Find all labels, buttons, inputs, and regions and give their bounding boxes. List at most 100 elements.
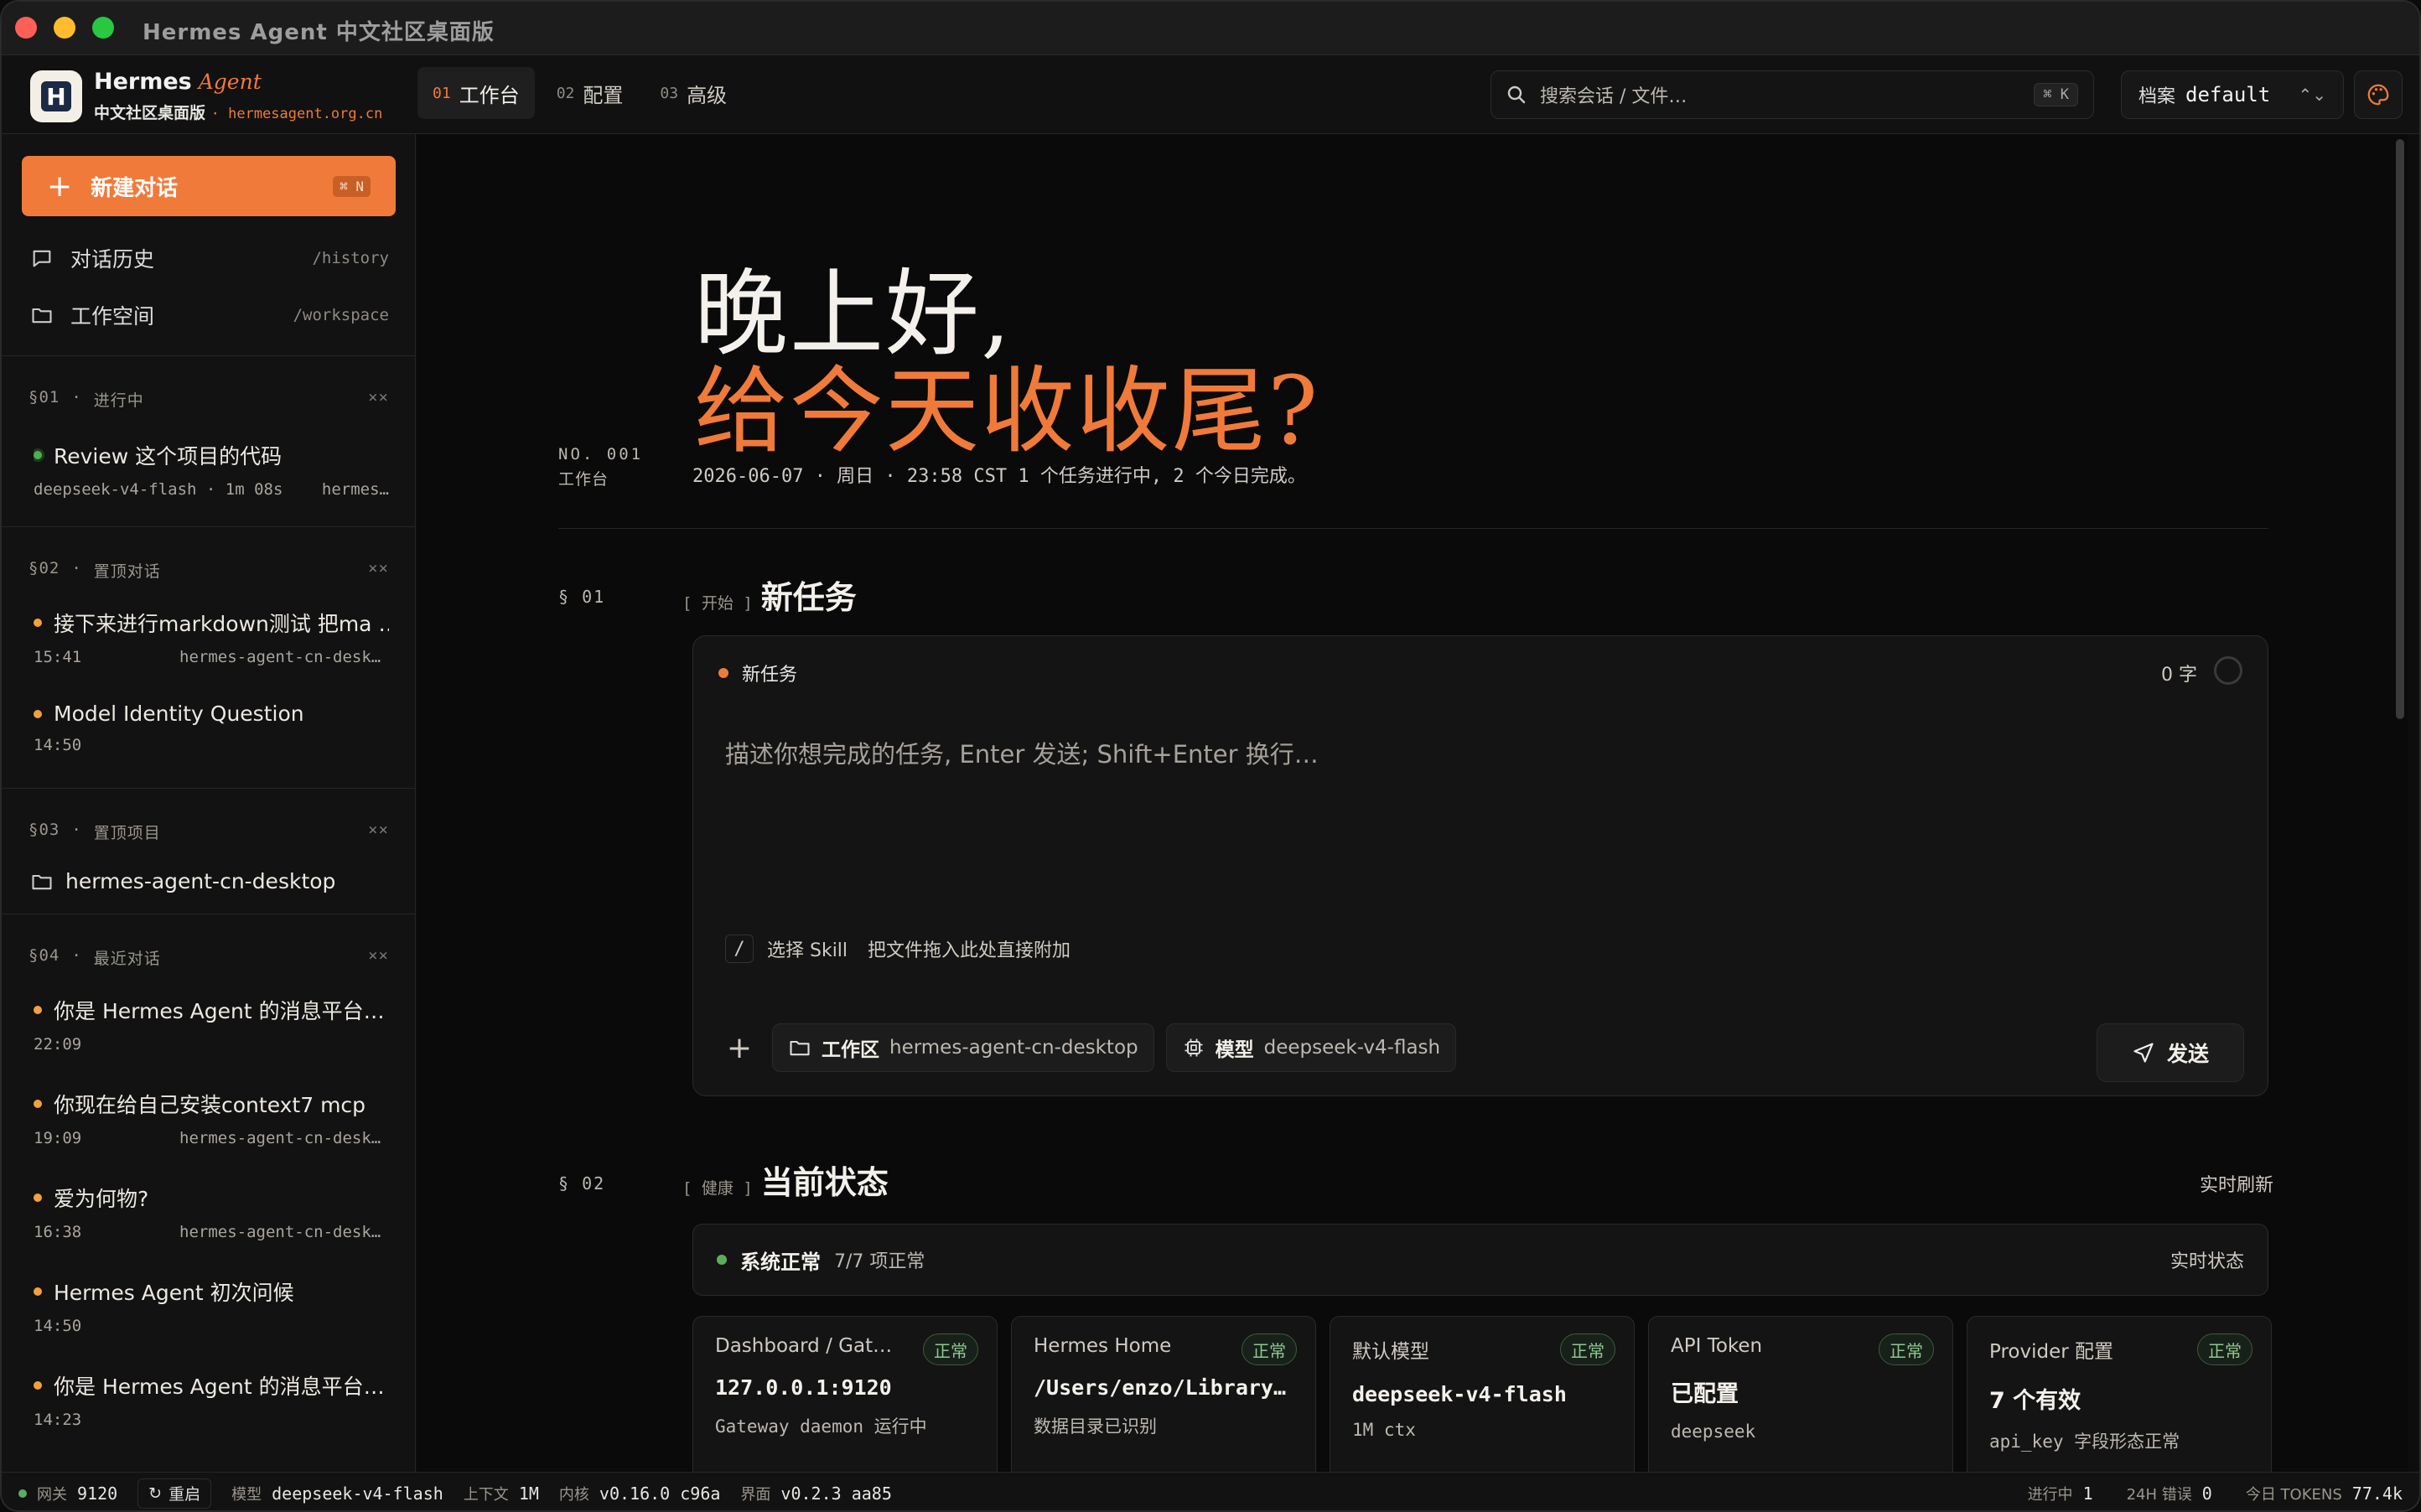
card-label: 默认模型 — [1352, 1341, 1429, 1363]
card-value: 7 个有效 — [1989, 1388, 2081, 1414]
tab-advanced[interactable]: 03 高级 — [645, 67, 742, 119]
greeting-line-2: 给今天收收尾? — [694, 357, 1320, 466]
section-in-progress: §01 · 进行中 ×× Review 这个项目的代码 deepseek-v4-fla… — [2, 355, 415, 526]
status-card-api-token[interactable]: API Token 正常 已配置 deepseek — [1648, 1316, 1953, 1472]
status-card-gateway[interactable]: Dashboard / Gate… 正常 127.0.0.1:9120 Gate… — [692, 1316, 998, 1472]
status-card-default-model[interactable]: 默认模型 正常 deepseek-v4-flash 1M ctx — [1330, 1316, 1635, 1472]
item-time: 19:09 — [34, 1129, 82, 1147]
running-label: 进行中 — [2027, 1485, 2073, 1504]
profile-select[interactable]: 档案 default ⌃⌄ — [2121, 70, 2344, 119]
status-dot — [34, 1100, 42, 1108]
collapse-section-button[interactable]: ×× — [368, 559, 389, 582]
app-logo[interactable]: H — [30, 70, 82, 122]
collapse-section-button[interactable]: ×× — [368, 821, 389, 843]
card-subtext: api_key 字段形态正常 — [1989, 1432, 2180, 1452]
attach-button[interactable]: + — [718, 1023, 760, 1072]
list-item[interactable]: Review 这个项目的代码 deepseek-v4-flash · 1m 08… — [34, 440, 389, 499]
status-dot — [34, 1287, 42, 1296]
item-title: 爱为何物? — [54, 1187, 149, 1211]
chevron-updown-icon: ⌃⌄ — [2298, 85, 2326, 105]
page-number-label: 工作台 — [558, 470, 609, 489]
sidebar-item-label: 工作空间 — [70, 304, 155, 329]
section-header: §01 · 进行中 ×× — [29, 388, 389, 411]
workspace-selector[interactable]: 工作区 hermes-agent-cn-desktop — [772, 1023, 1154, 1072]
sidebar-item-workspace[interactable]: 工作空间 /workspace — [30, 300, 389, 330]
section-tag: [ 健康 ] — [682, 1179, 753, 1198]
list-item[interactable]: 你是 Hermes Agent 的消息平台… 22:09 — [34, 995, 389, 1054]
tab-workbench[interactable]: 01 工作台 — [417, 67, 535, 119]
system-status: 系统正常 — [740, 1250, 821, 1274]
section-heading: 新任务 — [760, 579, 857, 616]
chat-bubble-icon — [33, 250, 51, 267]
select-skill-link[interactable]: 选择 Skill — [767, 935, 848, 962]
profile-label: 档案 — [2138, 86, 2176, 107]
errors-label: 24H 错误 — [2126, 1485, 2192, 1504]
separator: · — [71, 821, 82, 839]
section-tag: [ 开始 ] — [682, 594, 753, 613]
maximize-window-button[interactable] — [92, 17, 114, 39]
search-shortcut: ⌘ K — [2034, 83, 2078, 106]
sidebar: + 新建对话 ⌘ N 对话历史 /history 工作空间 /workspace… — [2, 134, 416, 1472]
status-card-provider[interactable]: Provider 配置 正常 7 个有效 api_key 字段形态正常 — [1967, 1316, 2272, 1472]
card-label: Provider 配置 — [1989, 1341, 2114, 1363]
send-label: 发送 — [2166, 1042, 2209, 1066]
collapse-section-button[interactable]: ×× — [368, 946, 389, 969]
page-number: NO. 001 工作台 — [558, 442, 643, 492]
model-selector[interactable]: 模型 deepseek-v4-flash — [1165, 1023, 1457, 1072]
scrollbar[interactable] — [2396, 139, 2404, 719]
close-window-button[interactable] — [15, 17, 37, 39]
section-id: §02 — [29, 559, 60, 577]
error-count: 24H 错误 0 — [2127, 1483, 2212, 1504]
list-item[interactable]: 爱为何物? 16:38 hermes-agent-cn-desktop — [34, 1183, 389, 1241]
sidebar-item-history[interactable]: 对话历史 /history — [30, 243, 389, 273]
list-item[interactable]: 你现在给自己安装context7 mcp 19:09 hermes-agent-c… — [34, 1089, 389, 1147]
skill-slash-button[interactable]: / — [725, 935, 754, 963]
live-status-label: 实时状态 — [2170, 1251, 2244, 1272]
live-refresh-label[interactable]: 实时刷新 — [2200, 1170, 2273, 1197]
new-chat-button[interactable]: + 新建对话 ⌘ N — [22, 156, 396, 216]
page-number-value: NO. 001 — [558, 445, 644, 463]
item-project: hermes-agent-cn-desktop — [179, 648, 389, 666]
status-badge: 正常 — [1560, 1333, 1615, 1365]
tab-config[interactable]: 02 配置 — [542, 67, 639, 119]
sidebar-item-label: 对话历史 — [70, 247, 155, 272]
section-number: § 02 — [558, 1173, 606, 1194]
context-label: 上下文 — [463, 1485, 509, 1504]
item-model: deepseek-v4-flash · 1m 08s — [34, 480, 283, 499]
brand-title: Hermes — [94, 69, 192, 95]
sidebar-item-path: /history — [312, 249, 389, 267]
list-item[interactable]: 接下来进行markdown测试 把ma … 15:41 hermes-agent-… — [34, 608, 389, 666]
card-value: 已配置 — [1671, 1381, 1739, 1407]
status-badge: 正常 — [1242, 1333, 1297, 1365]
tab-number: 03 — [660, 84, 679, 102]
section-name: 最近对话 — [93, 950, 161, 968]
tab-label: 高级 — [687, 83, 728, 107]
new-chat-shortcut: ⌘ N — [333, 175, 371, 197]
item-title: Model Identity Question — [54, 702, 304, 726]
search-box[interactable]: 搜索会话 / 文件… ⌘ K — [1490, 70, 2094, 119]
send-button[interactable]: 发送 — [2097, 1023, 2244, 1082]
status-card-home[interactable]: Hermes Home 正常 /Users/enzo/Library/… 数据目… — [1011, 1316, 1316, 1472]
separator: · — [71, 946, 82, 965]
divider — [558, 528, 2268, 529]
folder-icon — [790, 1040, 810, 1056]
tab-number: 01 — [433, 84, 451, 102]
list-item[interactable]: Model Identity Question 14:50 — [34, 702, 389, 754]
item-project: hermes-agent-cn-desktop — [179, 1129, 389, 1147]
brand-subtitle-text: 中文社区桌面版 — [94, 104, 206, 122]
separator: · — [71, 559, 82, 577]
task-input[interactable]: 描述你想完成的任务, Enter 发送; Shift+Enter 换行… — [725, 735, 1319, 770]
list-item[interactable]: hermes-agent-cn-desktop — [30, 869, 386, 893]
theme-button[interactable] — [2354, 70, 2403, 119]
list-item[interactable]: Hermes Agent 初次问候 14:50 — [34, 1276, 389, 1335]
ui-version: v0.2.3 aa85 — [780, 1483, 892, 1504]
running-value: 1 — [2082, 1483, 2093, 1504]
list-item[interactable]: 你是 Hermes Agent 的消息平台… 14:23 — [34, 1370, 389, 1429]
collapse-section-button[interactable]: ×× — [368, 388, 389, 411]
status-dot — [34, 1381, 42, 1390]
search-icon — [1507, 85, 1526, 104]
minimize-window-button[interactable] — [54, 17, 75, 39]
progress-ring-icon — [2214, 656, 2242, 685]
restart-button[interactable]: ↻ 重启 — [137, 1478, 212, 1509]
status-badge: 正常 — [2197, 1333, 2253, 1365]
